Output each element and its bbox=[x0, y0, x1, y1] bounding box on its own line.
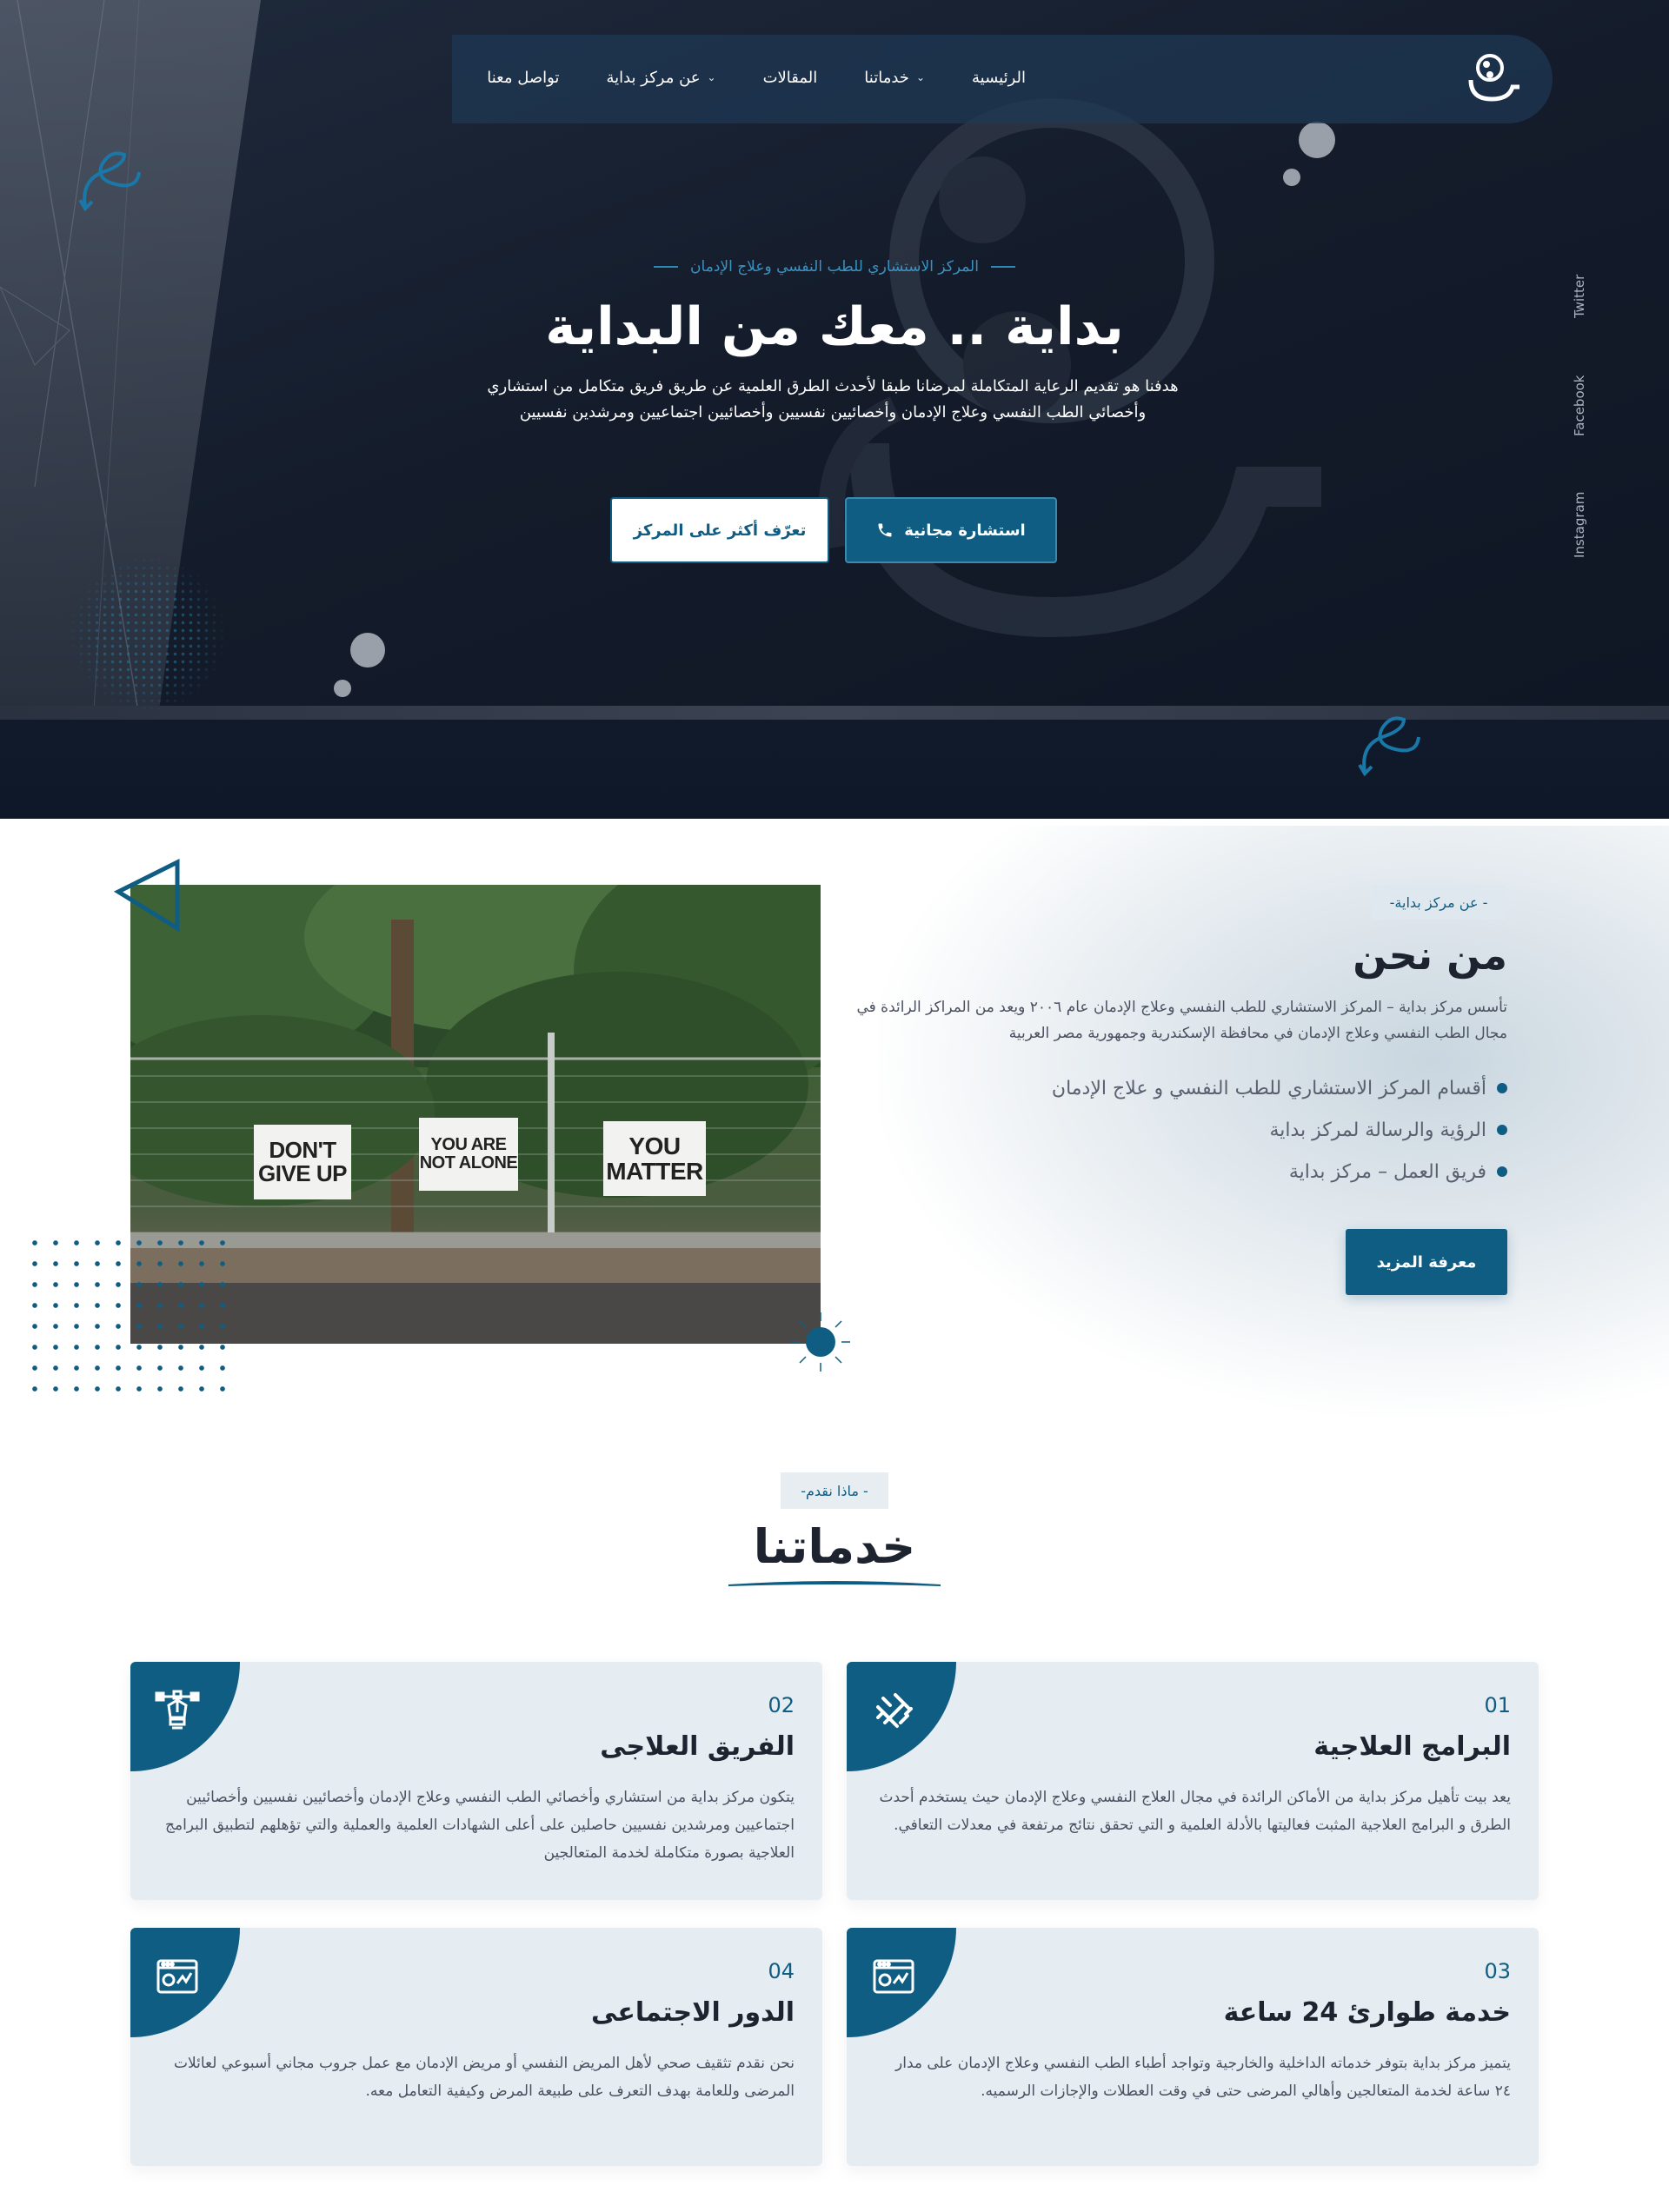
list-item-label: فريق العمل – مركز بداية bbox=[1288, 1160, 1486, 1183]
services-title: خدماتنا bbox=[753, 1519, 916, 1574]
nav-item-label: عن مركز بداية bbox=[606, 68, 701, 87]
card-description: يتميز مركز بداية بتوفر خدماته الداخلية و… bbox=[895, 2055, 1511, 2100]
about-badge: -عن مركز بداية - bbox=[1372, 885, 1506, 920]
social-link-facebook[interactable]: Facebook bbox=[1572, 375, 1587, 436]
services-badge: -ماذا نقدم - bbox=[781, 1472, 888, 1509]
phone-icon bbox=[878, 523, 892, 537]
photo-sign: YOU MATTER bbox=[603, 1121, 706, 1196]
nav-item-contact[interactable]: تواصل معنا bbox=[487, 69, 559, 87]
card-title: الفريق العلاجى bbox=[600, 1731, 795, 1762]
social-link-instagram[interactable]: Instagram bbox=[1572, 492, 1587, 558]
browser-chart-icon bbox=[156, 1959, 198, 1994]
dot-grid-decoration bbox=[24, 1232, 229, 1406]
decorative-circle bbox=[1299, 122, 1335, 158]
browser-chart-icon bbox=[873, 1959, 914, 1994]
card-number: 02 bbox=[768, 1693, 795, 1717]
hero-subtitle: المركز الاستشاري للطب النفسي وعلاج الإدم… bbox=[690, 258, 979, 276]
card-description: يعد بيت تأهيل مركز بداية من الأماكن الرا… bbox=[879, 1789, 1511, 1834]
nav-item-home[interactable]: الرئيسية bbox=[972, 69, 1026, 87]
card-title: الدور الاجتماعى bbox=[591, 1997, 795, 2028]
free-consultation-button[interactable]: استشارة مجانية bbox=[845, 497, 1057, 563]
bullet-icon bbox=[1497, 1083, 1507, 1093]
nav-item-about[interactable]: عن مركز بداية ⌄ bbox=[606, 69, 715, 87]
site-logo[interactable] bbox=[1464, 50, 1521, 104]
hero-section: الرئيسية خدماتنا ⌄ المقالات عن مركز بداي… bbox=[0, 0, 1669, 819]
hero-subtitle-row: المركز الاستشاري للطب النفسي وعلاج الإدم… bbox=[626, 256, 1043, 278]
service-card[interactable]: 02 الفريق العلاجى يتكون مركز بداية من اس… bbox=[130, 1662, 822, 1900]
nav-item-label: المقالات bbox=[762, 68, 818, 87]
bullet-icon bbox=[1497, 1125, 1507, 1135]
halftone-dots-decoration bbox=[70, 556, 226, 713]
service-card[interactable]: 01 البرامج العلاجية يعد بيت تأهيل مركز ب… bbox=[847, 1662, 1539, 1900]
photo-foliage bbox=[130, 885, 821, 1344]
sun-decoration bbox=[791, 1312, 850, 1372]
about-photo: DON'T GIVE UP YOU ARE NOT ALONE YOU MATT… bbox=[130, 885, 821, 1344]
nav-item-articles[interactable]: المقالات bbox=[763, 69, 818, 87]
nav-item-services[interactable]: خدماتنا ⌄ bbox=[864, 69, 925, 87]
photo-sign: DON'T GIVE UP bbox=[254, 1125, 351, 1199]
button-label: استشارة مجانية bbox=[904, 521, 1026, 540]
nav-item-label: الرئيسية bbox=[972, 68, 1026, 87]
pen-tool-icon bbox=[155, 1690, 200, 1730]
chevron-down-icon: ⌄ bbox=[707, 71, 716, 83]
hero-title: بداية .. معك من البداية bbox=[545, 296, 1124, 357]
decorative-circle bbox=[334, 680, 351, 697]
swirl-icon bbox=[1358, 716, 1420, 777]
bullet-icon bbox=[1497, 1166, 1507, 1177]
about-title: من نحن bbox=[1353, 932, 1507, 979]
main-nav: الرئيسية خدماتنا ⌄ المقالات عن مركز بداي… bbox=[469, 64, 1026, 90]
chevron-down-icon: ⌄ bbox=[915, 71, 925, 83]
hero-description: هدفنا هو تقديم الرعاية المتكاملة لمرضانا… bbox=[487, 377, 1179, 422]
about-list-item[interactable]: أقسام المركز الاستشاري للطب النفسي و علا… bbox=[956, 1067, 1507, 1109]
list-item-label: أقسام المركز الاستشاري للطب النفسي و علا… bbox=[1051, 1077, 1486, 1099]
button-label: معرفة المزيد bbox=[1376, 1252, 1477, 1272]
social-link-twitter[interactable]: Twitter bbox=[1572, 275, 1587, 318]
card-number: 03 bbox=[1484, 1959, 1511, 1983]
divider bbox=[654, 266, 679, 268]
card-title: خدمة طوارئ 24 ساعة bbox=[1223, 1997, 1511, 2028]
decorative-circle bbox=[1283, 169, 1300, 186]
about-description: تأسس مركز بداية – المركز الاستشاري للطب … bbox=[856, 999, 1507, 1042]
service-card[interactable]: 03 خدمة طوارئ 24 ساعة يتميز مركز بداية ب… bbox=[847, 1928, 1539, 2166]
card-description: نحن نقدم تثقيف صحي لأهل المريض النفسي أو… bbox=[173, 2055, 795, 2100]
learn-more-button[interactable]: معرفة المزيد bbox=[1346, 1229, 1507, 1295]
card-title: البرامج العلاجية bbox=[1313, 1731, 1511, 1762]
card-number: 04 bbox=[768, 1959, 795, 1983]
about-links-list: أقسام المركز الاستشاري للطب النفسي و علا… bbox=[956, 1067, 1507, 1192]
about-list-item[interactable]: فريق العمل – مركز بداية bbox=[956, 1151, 1507, 1192]
triangle-decoration bbox=[113, 858, 180, 933]
nav-item-label: تواصل معنا bbox=[487, 68, 560, 87]
card-number: 01 bbox=[1484, 1693, 1511, 1717]
card-description: يتكون مركز بداية من استشاري وأخصائي الطب… bbox=[165, 1789, 795, 1862]
title-underline bbox=[728, 1581, 941, 1586]
photo-sign: YOU ARE NOT ALONE bbox=[419, 1118, 518, 1191]
button-label: تعرّف أكثر على المركز bbox=[633, 521, 807, 540]
list-item-label: الرؤية والرسالة لمركز بداية bbox=[1269, 1119, 1486, 1141]
service-card[interactable]: 04 الدور الاجتماعى نحن نقدم تثقيف صحي لأ… bbox=[130, 1928, 822, 2166]
about-list-item[interactable]: الرؤية والرسالة لمركز بداية bbox=[956, 1109, 1507, 1151]
swirl-icon bbox=[78, 151, 141, 212]
nav-item-label: خدماتنا bbox=[864, 68, 909, 87]
decorative-circle bbox=[350, 633, 385, 668]
learn-more-center-button[interactable]: تعرّف أكثر على المركز bbox=[610, 497, 829, 563]
pattern-icon bbox=[876, 1693, 913, 1728]
divider bbox=[990, 266, 1015, 268]
